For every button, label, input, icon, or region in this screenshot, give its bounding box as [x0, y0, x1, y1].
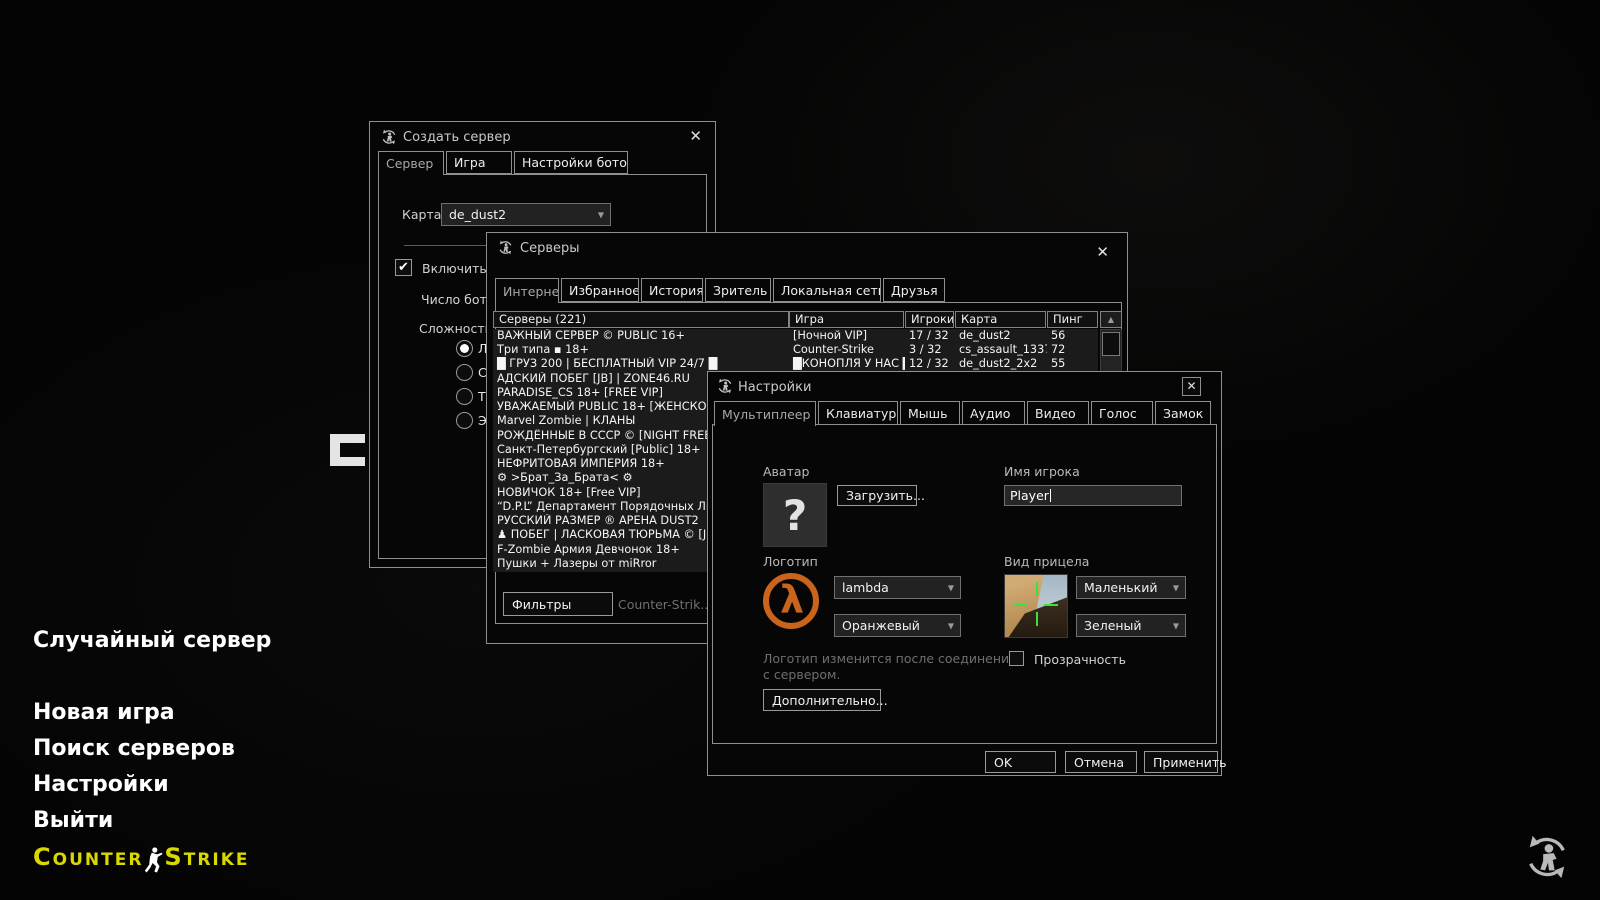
server-map-cell: de_dust2_2x2 — [955, 357, 1047, 371]
dialog-title: Настройки — [738, 380, 811, 395]
settings-dialog: Настройки ✕ МультиплеерКлавиатураМышьАуд… — [707, 371, 1222, 776]
logo-word-strike: Strike — [164, 845, 249, 872]
cancel-button[interactable]: Отмена — [1065, 751, 1137, 773]
cs-window-icon — [717, 378, 733, 394]
create-server-tabs: СерверИграНастройки ботов — [378, 151, 628, 175]
server-ping-cell: 55 — [1047, 357, 1098, 371]
server-game-cell: █КОНОПЛЯ У НАС █ — [789, 357, 905, 371]
map-dropdown[interactable]: de_dust2 ▼ — [441, 203, 611, 226]
settings-tab-6[interactable]: Голос — [1091, 401, 1153, 425]
server-row[interactable]: Три типа ▪ 18+Counter-Strike3 / 32cs_ass… — [493, 343, 1098, 357]
game-screen: Случайный сервер Новая играПоиск серверо… — [0, 0, 1600, 900]
close-icon[interactable]: ✕ — [1182, 377, 1201, 396]
menu-item-quit[interactable]: Выйти — [33, 807, 235, 843]
chevron-down-icon: ▼ — [598, 210, 604, 219]
difficulty-radio-1[interactable] — [456, 340, 473, 357]
server-game-cell: Counter-Strike — [789, 343, 905, 357]
scrollbar-thumb[interactable] — [1102, 332, 1120, 356]
server-players-cell: 3 / 32 — [905, 343, 955, 357]
create-server-tab-1[interactable]: Сервер — [378, 151, 444, 175]
server-ping-cell: 56 — [1047, 329, 1098, 343]
bot-count-label: Число бото — [421, 292, 494, 307]
menu-item-new-game[interactable]: Новая игра — [33, 699, 235, 735]
server-map-cell: de_dust2 — [955, 329, 1047, 343]
servers-column-header-4[interactable]: Карта — [955, 311, 1046, 328]
difficulty-label: Сложность — [419, 321, 492, 336]
servers-column-header-2[interactable]: Игра — [789, 311, 904, 328]
servers-tab-4[interactable]: Зритель — [705, 278, 771, 302]
settings-tab-1[interactable]: Мультиплеер — [714, 401, 816, 426]
server-map-cell: cs_assault_1337 — [955, 343, 1047, 357]
difficulty-radio-3[interactable] — [456, 388, 473, 405]
apply-button[interactable]: Применить — [1144, 751, 1218, 773]
servers-tabs: ИнтернетИзбранноеИсторияЗрительЛокальная… — [495, 278, 945, 303]
logo-word-counter: Counter — [33, 845, 143, 872]
servers-column-header-5[interactable]: Пинг — [1047, 311, 1098, 328]
settings-tab-3[interactable]: Мышь — [900, 401, 960, 425]
enable-bots-checkbox[interactable]: ✔ — [395, 259, 412, 276]
server-game-cell: [Ночной VIP] — [789, 329, 905, 343]
server-name-cell: ВАЖНЫЙ СЕРВЕР © PUBLIC 16+ — [493, 329, 789, 343]
difficulty-radio-2[interactable] — [456, 364, 473, 381]
tab-panel — [712, 424, 1217, 744]
ok-button[interactable]: OK — [985, 751, 1056, 773]
server-players-cell: 17 / 32 — [905, 329, 955, 343]
servers-tab-6[interactable]: Друзья — [883, 278, 945, 302]
servers-tab-2[interactable]: Избранное — [561, 278, 639, 302]
servers-tab-3[interactable]: История — [641, 278, 703, 302]
scroll-up-icon[interactable]: ▲ — [1100, 311, 1122, 328]
background-logo-fragment — [330, 434, 365, 466]
map-label: Карта — [402, 207, 441, 222]
menu-item-find-servers[interactable]: Поиск серверов — [33, 735, 235, 771]
server-name-cell: Три типа ▪ 18+ — [493, 343, 789, 357]
map-dropdown-value: de_dust2 — [449, 207, 506, 222]
settings-tab-7[interactable]: Замок — [1155, 401, 1211, 425]
servers-tab-5[interactable]: Локальная сеть — [773, 278, 881, 302]
server-players-cell: 12 / 32 — [905, 357, 955, 371]
menu-item-random-server[interactable]: Случайный сервер — [33, 628, 271, 653]
servers-tab-1[interactable]: Интернет — [495, 278, 559, 303]
servers-column-header-1[interactable]: Серверы (221) — [493, 311, 789, 328]
create-server-tab-3[interactable]: Настройки ботов — [514, 151, 628, 174]
server-ping-cell: 72 — [1047, 343, 1098, 357]
soldier-icon — [144, 846, 163, 873]
servers-column-header-3[interactable]: Игроки — [905, 311, 954, 328]
settings-tab-4[interactable]: Аудио — [962, 401, 1025, 425]
server-row[interactable]: █ ГРУЗ 200 | БЕСПЛАТНЫЙ VIP 24/7 ██КОНОП… — [493, 357, 1098, 371]
settings-tab-5[interactable]: Видео — [1027, 401, 1089, 425]
server-row[interactable]: ВАЖНЫЙ СЕРВЕР © PUBLIC 16+[Ночной VIP]17… — [493, 329, 1098, 343]
settings-tabs: МультиплеерКлавиатураМышьАудиоВидеоГолос… — [714, 401, 1211, 426]
main-menu: Новая играПоиск серверовНастройкиВыйти — [33, 699, 235, 843]
counter-strike-logo: Counter Strike — [33, 845, 250, 872]
cs-spinner-icon — [1524, 834, 1570, 884]
settings-tab-2[interactable]: Клавиатура — [818, 401, 898, 425]
server-name-cell: █ ГРУЗ 200 | БЕСПЛАТНЫЙ VIP 24/7 █ — [493, 357, 789, 371]
menu-item-settings[interactable]: Настройки — [33, 771, 235, 807]
create-server-tab-2[interactable]: Игра — [446, 151, 512, 174]
difficulty-radio-4[interactable] — [456, 412, 473, 429]
